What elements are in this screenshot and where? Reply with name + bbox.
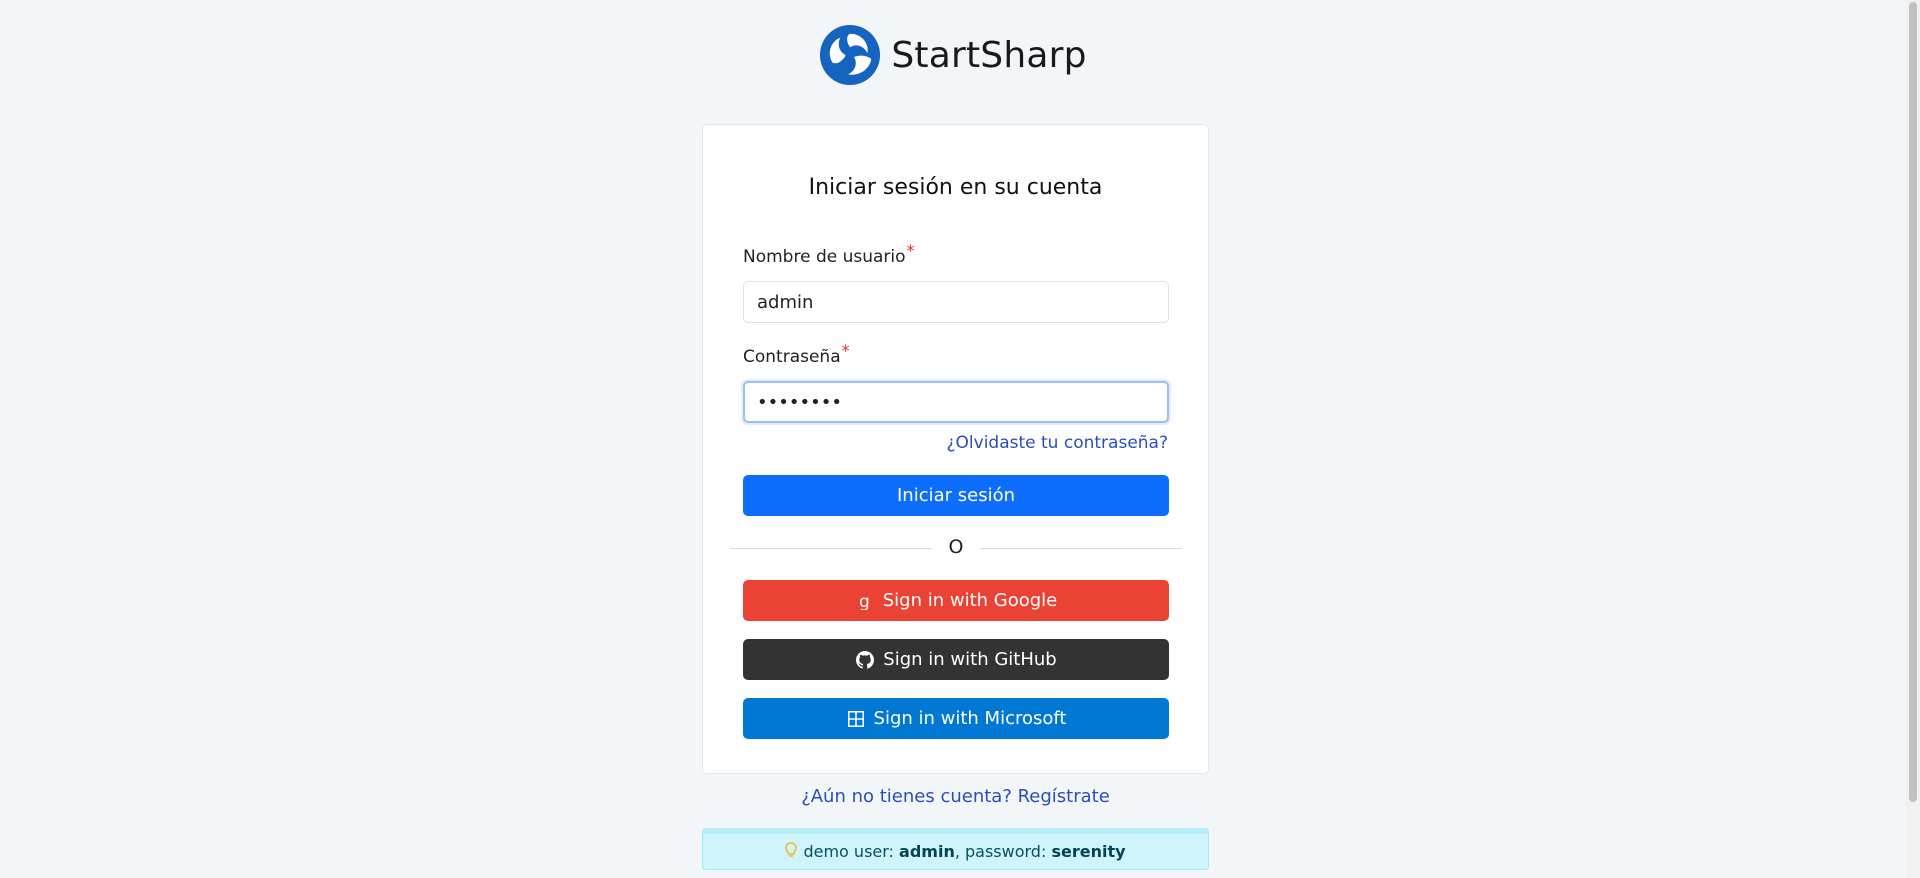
password-value: •••••••• xyxy=(757,391,842,413)
lightbulb-icon xyxy=(785,841,798,862)
demo-credentials-alert: demo user: admin, password: serenity xyxy=(702,828,1209,870)
page-scrollbar[interactable] xyxy=(1906,0,1920,878)
password-label: Contraseña* xyxy=(743,341,850,367)
register-link[interactable]: ¿Aún no tienes cuenta? Regístrate xyxy=(0,786,1911,807)
required-marker: * xyxy=(906,241,915,260)
brand-header: StartSharp xyxy=(0,24,1906,86)
microsoft-icon xyxy=(846,709,866,729)
forgot-password-link[interactable]: ¿Olvidaste tu contraseña? xyxy=(947,433,1168,453)
login-button-label: Iniciar sesión xyxy=(896,485,1016,506)
demo-separator: , password: xyxy=(954,842,1047,861)
or-divider: O xyxy=(730,536,1182,560)
demo-password: serenity xyxy=(1051,842,1126,861)
brand-name: StartSharp xyxy=(891,34,1087,76)
username-value: admin xyxy=(757,291,814,313)
google-signin-button[interactable]: g Sign in with Google xyxy=(743,580,1169,621)
svg-text:g: g xyxy=(859,592,870,610)
demo-text: demo user: admin, password: serenity xyxy=(803,842,1125,861)
username-label-text: Nombre de usuario xyxy=(743,247,906,267)
github-signin-label: Sign in with GitHub xyxy=(883,649,1057,670)
microsoft-signin-button[interactable]: Sign in with Microsoft xyxy=(743,698,1169,739)
scrollbar-thumb[interactable] xyxy=(1909,2,1917,802)
startsharp-logo-icon xyxy=(820,24,881,86)
login-button[interactable]: Iniciar sesión xyxy=(743,475,1169,516)
password-label-text: Contraseña xyxy=(743,347,841,367)
divider-line-right xyxy=(980,548,1182,549)
required-marker: * xyxy=(841,341,850,360)
demo-prefix: demo user: xyxy=(803,842,894,861)
username-label: Nombre de usuario* xyxy=(743,241,915,267)
password-input[interactable]: •••••••• xyxy=(743,381,1169,423)
demo-user: admin xyxy=(899,842,955,861)
microsoft-signin-label: Sign in with Microsoft xyxy=(873,708,1067,729)
github-signin-button[interactable]: Sign in with GitHub xyxy=(743,639,1169,680)
google-icon: g xyxy=(855,591,875,611)
google-signin-label: Sign in with Google xyxy=(882,590,1058,611)
divider-text: O xyxy=(948,536,964,558)
login-title: Iniciar sesión en su cuenta xyxy=(808,175,1103,200)
github-icon xyxy=(855,650,875,670)
username-input[interactable]: admin xyxy=(743,281,1169,323)
login-card: Iniciar sesión en su cuenta Nombre de us… xyxy=(702,124,1209,774)
